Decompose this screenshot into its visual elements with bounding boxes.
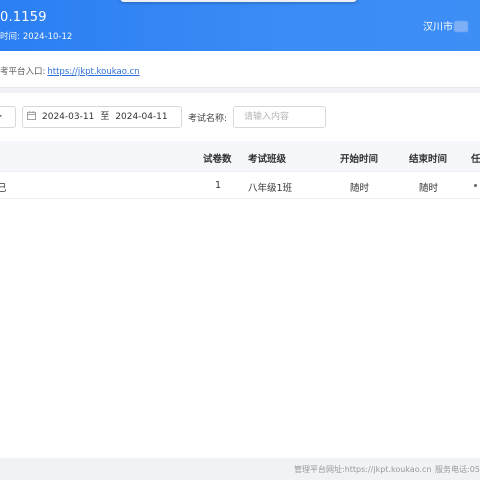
column-header-start-time: 开始时间 [340, 154, 379, 165]
table-header: 试卷数 考试班级 开始时间 结束时间 任 [0, 141, 480, 172]
date-start: 2024-03-11 [42, 112, 95, 122]
page-footer: 管理平台网址:https://jkpt.koukao.cn 服务电话:05 [0, 458, 480, 480]
footer-phone: 服务电话:05 [435, 465, 480, 474]
exam-name-label: 考试名称: [188, 114, 228, 124]
date-range-picker[interactable]: 2024-03-11 至 2024-04-11 [22, 106, 182, 128]
popup-overlay-edge [120, 0, 357, 2]
user-name: 汉川市 [423, 22, 453, 33]
column-header-task: 任 [471, 154, 480, 165]
time-label: 时间: [0, 32, 20, 42]
version-number: 0.1159 [0, 10, 47, 25]
calendar-icon [27, 111, 36, 120]
user-menu[interactable]: 汉川市 [423, 18, 468, 33]
portal-entry: 考平台入口: https://jkpt.koukao.cn [0, 65, 140, 77]
cell-name-fragment: 己 [0, 183, 7, 194]
exam-table: 试卷数 考试班级 开始时间 结束时间 任 己 1 八年级1班 随时 随时 [0, 141, 480, 199]
date-separator: 至 [100, 112, 110, 122]
cell-task-dot [474, 184, 477, 187]
exam-name-input[interactable] [233, 106, 326, 128]
table-row[interactable]: 己 1 八年级1班 随时 随时 [0, 172, 480, 199]
cell-paper-count: 1 [215, 180, 222, 191]
time-info: 时间: 2024-10-12 [0, 30, 72, 42]
column-header-exam-class: 考试班级 [248, 154, 287, 165]
app-header: 0.1159 时间: 2024-10-12 汉川市 [0, 0, 480, 51]
cell-end-time: 随时 [419, 183, 439, 194]
panel-bottom [0, 420, 480, 458]
chevron-down-icon [0, 115, 2, 119]
cell-start-time: 随时 [350, 183, 370, 194]
main-panel: 2024-03-11 至 2024-04-11 考试名称: 试卷数 考试班级 开始时… [0, 93, 480, 420]
portal-link[interactable]: https://jkpt.koukao.cn [47, 67, 139, 77]
date-end: 2024-04-11 [115, 112, 168, 122]
info-bar: 考平台入口: https://jkpt.koukao.cn [0, 51, 480, 88]
footer-site: 管理平台网址:https://jkpt.koukao.cn [294, 465, 432, 474]
time-value: 2024-10-12 [22, 32, 73, 42]
column-header-end-time: 结束时间 [409, 154, 448, 165]
filter-select[interactable] [0, 106, 16, 128]
portal-label: 考平台入口: [0, 67, 46, 77]
redacted-name-mask [454, 21, 468, 32]
filter-bar: 2024-03-11 至 2024-04-11 考试名称: [0, 106, 480, 128]
cell-exam-class: 八年级1班 [248, 183, 293, 194]
column-header-paper-count: 试卷数 [203, 154, 232, 165]
